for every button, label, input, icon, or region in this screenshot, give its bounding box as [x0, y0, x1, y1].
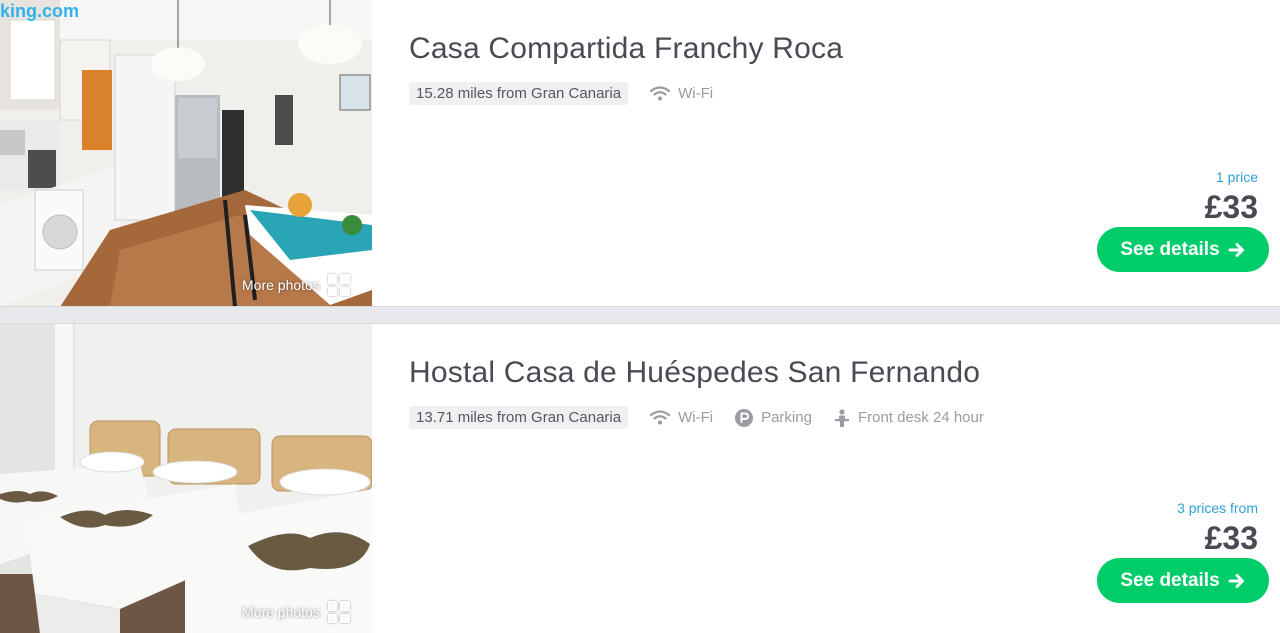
- grid-icon: [327, 601, 350, 623]
- listing-meta: 15.28 miles from Gran Canaria Wi-Fi: [409, 82, 1280, 105]
- see-details-label: See details: [1120, 238, 1220, 260]
- front-desk-icon: [834, 408, 849, 427]
- see-details-label: See details: [1120, 569, 1220, 591]
- distance-badge: 15.28 miles from Gran Canaria: [409, 82, 629, 105]
- arrow-right-icon: [1228, 573, 1244, 588]
- photo-watermark: king.com: [0, 1, 80, 21]
- price-count[interactable]: 3 prices from: [1049, 499, 1269, 517]
- listing-photo[interactable]: More photos: [0, 324, 372, 633]
- amenity-label: Wi-Fi: [678, 85, 714, 102]
- amenity-front-desk: Front desk 24 hour: [834, 408, 984, 427]
- price: £33: [1204, 520, 1258, 556]
- see-details-button[interactable]: See details: [1097, 227, 1269, 272]
- amenity-wifi: Wi-Fi: [650, 409, 713, 426]
- more-photos-link[interactable]: More photos: [242, 601, 350, 623]
- more-photos-label: More photos: [242, 277, 320, 293]
- price-box: 1 price £33 See details: [1049, 168, 1269, 272]
- kitchen-photo: [0, 0, 372, 306]
- price-count[interactable]: 1 price: [1049, 168, 1269, 186]
- listing-title[interactable]: Casa Compartida Franchy Roca: [409, 30, 1280, 68]
- more-photos-link[interactable]: More photos: [242, 274, 350, 296]
- listing-photo[interactable]: king.com More photos: [0, 0, 372, 306]
- listing-card[interactable]: king.com More photos Casa Compartida Fra…: [0, 0, 1280, 307]
- wifi-icon: [650, 409, 671, 424]
- amenity-label: Front desk 24 hour: [857, 409, 984, 426]
- amenity-label: Wi-Fi: [678, 409, 714, 426]
- see-details-button[interactable]: See details: [1097, 558, 1269, 603]
- amenity-wifi: Wi-Fi: [650, 85, 713, 102]
- price: £33: [1204, 189, 1258, 225]
- listing-card[interactable]: More photos Hostal Casa de Huéspedes San…: [0, 323, 1280, 633]
- wifi-icon: [650, 85, 671, 100]
- listing-title[interactable]: Hostal Casa de Huéspedes San Fernando: [409, 354, 1280, 392]
- more-photos-label: More photos: [242, 604, 320, 620]
- bedroom-photo: [0, 324, 372, 633]
- listing-info: Casa Compartida Franchy Roca 15.28 miles…: [409, 30, 1280, 105]
- amenity-parking: Parking: [735, 408, 812, 427]
- listing-info: Hostal Casa de Huéspedes San Fernando 13…: [409, 354, 1280, 429]
- results-list: king.com More photos Casa Compartida Fra…: [0, 0, 1280, 633]
- arrow-right-icon: [1228, 242, 1244, 257]
- grid-icon: [327, 274, 350, 296]
- price-box: 3 prices from £33 See details: [1049, 499, 1269, 603]
- listing-meta: 13.71 miles from Gran Canaria Wi-Fi Park…: [409, 406, 1280, 429]
- distance-badge: 13.71 miles from Gran Canaria: [409, 406, 629, 429]
- amenity-label: Parking: [761, 409, 812, 426]
- parking-icon: [735, 408, 754, 427]
